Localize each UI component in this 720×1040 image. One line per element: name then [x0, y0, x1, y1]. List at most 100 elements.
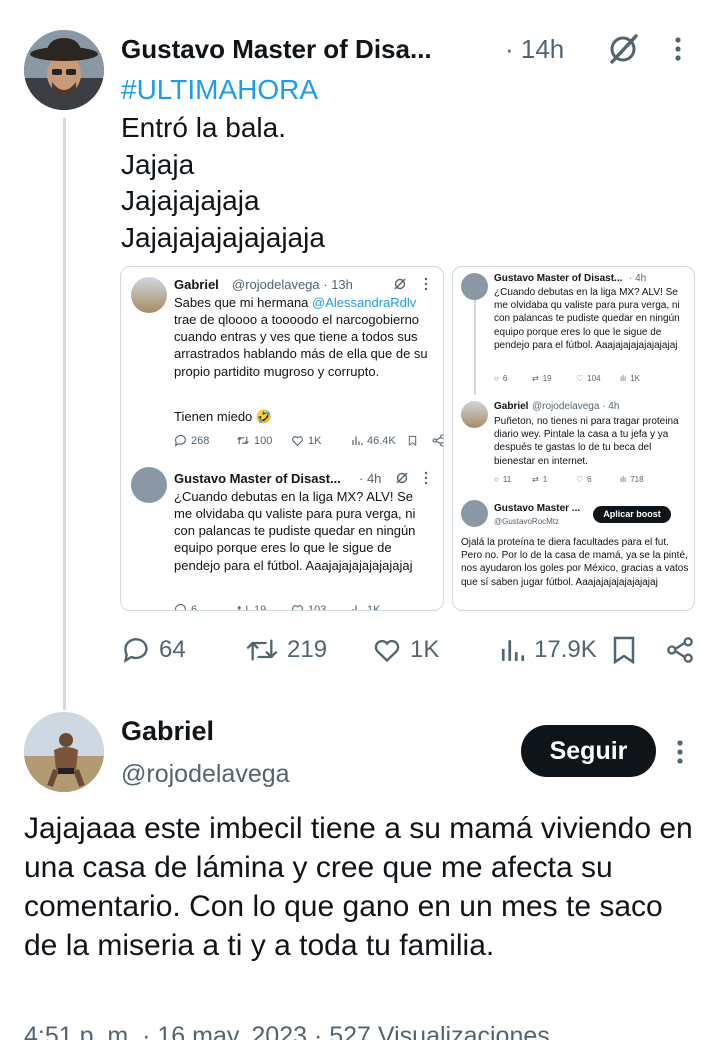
- mini-reply-count: 6: [191, 603, 198, 611]
- mini-avatar: [461, 500, 488, 527]
- mini-text-part: trae de qloooo a toooodo el narcogobiern…: [174, 312, 428, 379]
- mini-action-bar: ○ 11 ⇄ 1 ♡ 6 ılı 718: [494, 475, 660, 484]
- mini-tweet-text: ¿Cuando debutas en la liga MX? ALV! Se m…: [494, 287, 680, 351]
- mini-reply-count: 11: [502, 475, 512, 484]
- mini-author-name: Gustavo Master of Disast...: [494, 273, 623, 284]
- grok-icon[interactable]: [606, 32, 640, 66]
- mention-link: @AlessandraRdlv: [312, 295, 417, 310]
- like-button[interactable]: 1K: [372, 636, 439, 664]
- mini-tweet-text: Sabes que mi hermana @AlessandraRdlv tra…: [174, 294, 429, 380]
- reply-icon: [123, 638, 148, 663]
- mini-avatar: [461, 273, 488, 300]
- mini-views: ılı 718: [620, 475, 644, 484]
- mini-views: 1K: [351, 603, 407, 611]
- tweet-timestamp[interactable]: 4:51 p. m. · 16 may. 2023 · 527 Visualiz…: [24, 1022, 550, 1040]
- tweet-time[interactable]: · 14h: [505, 34, 564, 65]
- mini-meta: · 4h: [359, 471, 382, 486]
- mini-handle: @GustavoRocMtz: [494, 517, 560, 526]
- mini-like-count: 104: [587, 374, 601, 383]
- tweet-text: Jajajaaa este imbecil tiene a su mamá vi…: [24, 812, 693, 962]
- reply-button[interactable]: 64: [121, 636, 186, 664]
- mini-retweet: 19: [236, 603, 291, 610]
- mini-action-bar-cut: 6 19 103 1K: [174, 603, 407, 611]
- thread-connector-line: [63, 118, 66, 710]
- apply-boost-button: Aplicar boost: [593, 506, 671, 523]
- share-icon[interactable]: [666, 636, 694, 664]
- bookmark-icon: [408, 435, 417, 446]
- mini-like-count: 103: [308, 603, 327, 611]
- mini-retweet-count: 100: [254, 434, 273, 447]
- more-options-icon: [424, 471, 428, 485]
- author-name[interactable]: Gustavo Master of Disa...: [121, 34, 432, 65]
- attached-image-right[interactable]: Gustavo Master of Disast... · 4h ¿Cuando…: [452, 266, 695, 611]
- mini-meta: · 4h: [629, 273, 647, 284]
- mini-reply: ○ 11: [494, 475, 512, 484]
- tweet-line: Jajajajajajajajaja: [121, 221, 325, 253]
- retweet-button[interactable]: 219: [245, 636, 327, 664]
- views-icon: [501, 640, 525, 661]
- mini-reply-count: 268: [191, 434, 210, 447]
- reply-icon: [174, 435, 186, 447]
- avatar[interactable]: [24, 30, 104, 110]
- follow-button[interactable]: Seguir: [521, 725, 656, 777]
- mini-author-name: Gustavo Master ...: [494, 503, 581, 514]
- mini-retweet-count: 19: [542, 374, 552, 383]
- views-icon: [352, 436, 363, 445]
- mini-views: ılı 1K: [620, 374, 641, 383]
- retweet-icon: [237, 605, 248, 610]
- author-name[interactable]: Gabriel: [121, 716, 214, 747]
- share-icon: [432, 434, 443, 447]
- views-icon: [352, 605, 357, 610]
- avatar-photo-icon: [24, 712, 104, 792]
- views-count: 17.9K: [534, 636, 597, 663]
- grok-icon: [394, 278, 406, 290]
- reply-count: 64: [159, 636, 186, 663]
- more-options-icon[interactable]: [670, 737, 690, 767]
- heart-icon: [292, 436, 303, 447]
- mini-tweet-text: Tienen miedo 🤣: [174, 409, 273, 424]
- mini-like: ♡ 104: [576, 374, 601, 383]
- heart-icon: [292, 605, 303, 610]
- more-options-icon[interactable]: [668, 34, 688, 64]
- mini-avatar: [131, 277, 167, 313]
- heart-icon: [374, 639, 400, 663]
- hashtag-link[interactable]: #ULTIMAHORA: [121, 74, 318, 106]
- mini-like: ♡ 6: [576, 475, 592, 484]
- mini-like: 1K: [291, 434, 351, 447]
- bookmark-icon[interactable]: [612, 636, 636, 664]
- like-count: 1K: [410, 636, 440, 663]
- mini-views-count: 1K: [630, 374, 641, 383]
- mini-like-count: 6: [587, 475, 592, 484]
- mini-thread-line: [474, 299, 476, 395]
- mini-retweet: 100: [236, 434, 291, 447]
- avatar-photo-icon: [24, 30, 104, 110]
- views-button[interactable]: 17.9K: [500, 636, 597, 664]
- mini-retweet-count: 1: [542, 475, 548, 484]
- mini-author-name: Gustavo Master of Disast...: [174, 471, 341, 486]
- mini-views-count: 1K: [367, 603, 381, 611]
- mini-reply: 268: [174, 434, 236, 447]
- reply-icon: [175, 604, 186, 610]
- mini-action-bar: 268 100 1K 46.4K: [174, 434, 443, 447]
- mini-avatar: [131, 467, 167, 503]
- author-handle[interactable]: @rojodelavega: [121, 760, 290, 789]
- retweet-icon: [246, 639, 278, 661]
- more-options-icon: [424, 277, 428, 291]
- mini-tweet-text: ¿Cuando debutas en la liga MX? ALV! Se m…: [174, 489, 416, 573]
- mini-text-part: Sabes que mi hermana: [174, 295, 313, 310]
- mini-reply-count: 6: [502, 374, 508, 383]
- tweet-line: Entró la bala.: [121, 112, 286, 143]
- attached-image-left[interactable]: Gabriel @rojodelavega · 13h Sabes que mi…: [120, 266, 444, 611]
- mini-views-count: 718: [630, 475, 644, 484]
- mini-like: 103: [291, 603, 351, 611]
- mini-reply: ○ 6: [494, 374, 508, 383]
- mini-retweet: ⇄ 1: [532, 475, 548, 484]
- avatar[interactable]: [24, 712, 104, 792]
- mini-author-name: Gabriel: [494, 401, 529, 412]
- retweet-count: 219: [287, 636, 328, 663]
- mini-tweet-text: Ojalá la proteína te diera facultades pa…: [461, 537, 689, 588]
- mini-reply: 6: [174, 603, 236, 611]
- mini-retweet: ⇄ 19: [532, 374, 552, 383]
- tweet-line: Jajaja: [121, 148, 195, 180]
- mini-meta: @rojodelavega · 4h: [532, 401, 620, 412]
